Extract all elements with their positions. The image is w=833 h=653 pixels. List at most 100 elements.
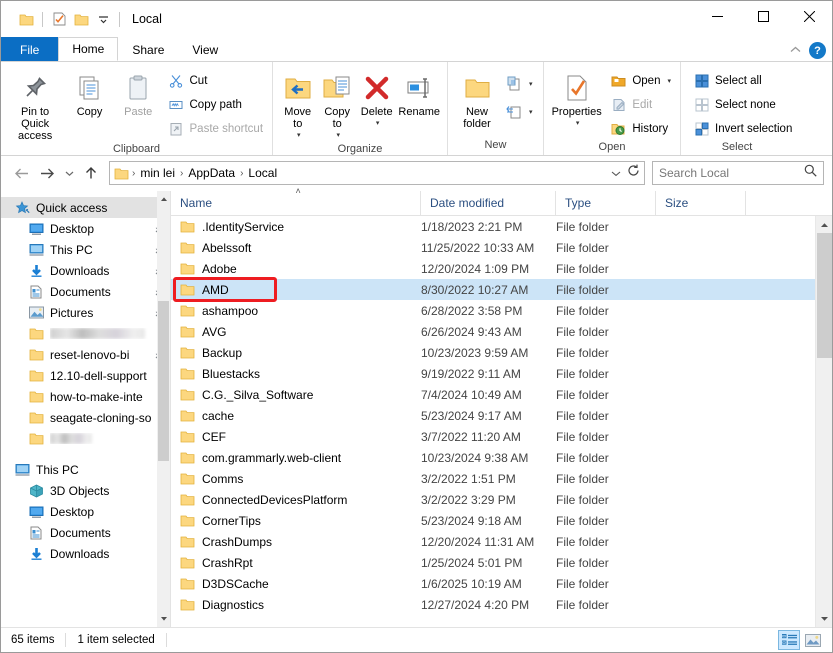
navigation-scrollbar[interactable] (157, 191, 170, 627)
sidebar-item-3d-objects[interactable]: 3D Objects (1, 480, 170, 501)
list-scroll-down-button[interactable] (816, 610, 833, 627)
table-row[interactable]: ashampoo 6/28/2022 3:58 PM File folder (171, 300, 815, 321)
folder-icon[interactable] (15, 8, 37, 30)
sidebar-item-quick-access[interactable]: Quick access (1, 197, 170, 218)
breadcrumb-item-local[interactable]: Local (245, 166, 280, 180)
chevron-down-icon-6[interactable]: ▾ (576, 118, 580, 130)
tab-home[interactable]: Home (58, 37, 119, 61)
delete-button[interactable]: Delete ▾ (357, 67, 396, 130)
maximize-button[interactable] (740, 1, 786, 31)
breadcrumb-bar[interactable]: › min lei › AppData › Local (109, 161, 645, 185)
sidebar-item-pictures[interactable]: Pictures (1, 302, 170, 323)
list-scroll-up-button[interactable] (816, 216, 833, 233)
breadcrumb-separator-0[interactable]: › (131, 168, 136, 179)
sidebar-item-documents[interactable]: Documents (1, 281, 170, 302)
invert-selection-button[interactable]: Invert selection (689, 118, 796, 140)
chevron-down-icon[interactable]: ▾ (297, 130, 301, 142)
table-row[interactable]: AVG 6/26/2024 9:43 AM File folder (171, 321, 815, 342)
column-header-size[interactable]: Size (656, 190, 746, 216)
copy-button[interactable]: Copy (66, 67, 113, 118)
table-row[interactable]: CornerTips 5/23/2024 9:18 AM File folder (171, 510, 815, 531)
table-row[interactable]: .IdentityService 1/18/2023 2:21 PM File fo… (171, 216, 815, 237)
table-row[interactable]: cache 5/23/2024 9:17 AM File folder (171, 405, 815, 426)
table-row[interactable]: ConnectedDevicesPlatform 3/2/2022 3:29 PM… (171, 489, 815, 510)
table-row[interactable]: Bluestacks 9/19/2022 9:11 AM File folder (171, 363, 815, 384)
table-row[interactable]: Diagnostics 12/27/2024 4:20 PM File folder (171, 594, 815, 615)
table-row[interactable]: com.grammarly.web-client 10/23/2024 9:38 … (171, 447, 815, 468)
back-button[interactable] (9, 161, 33, 185)
copy-path-button[interactable]: Copy path (164, 94, 268, 116)
tab-file[interactable]: File (1, 37, 59, 61)
nav-scroll-down-button[interactable] (157, 611, 170, 627)
select-all-button[interactable]: Select all (689, 70, 796, 92)
table-row[interactable]: AMD 8/30/2022 10:27 AM File folder (171, 279, 815, 300)
table-row[interactable]: Adobe 12/20/2024 1:09 PM File folder (171, 258, 815, 279)
table-row[interactable]: Comms 3/2/2022 1:51 PM File folder (171, 468, 815, 489)
forward-button[interactable] (35, 161, 59, 185)
help-button[interactable]: ? (809, 42, 826, 59)
sidebar-item-seagate-cloning-so[interactable]: seagate-cloning-so (1, 407, 170, 428)
sidebar-item-downloads[interactable]: Downloads (1, 260, 170, 281)
easy-access-button[interactable]: ▾ (503, 101, 535, 123)
table-row[interactable]: Backup 10/23/2023 9:59 AM File folder (171, 342, 815, 363)
table-row[interactable]: C.G._Silva_Software 7/4/2024 10:49 AM File… (171, 384, 815, 405)
search-icon[interactable] (804, 164, 817, 182)
sidebar-item-this-pc[interactable]: This PC (1, 459, 170, 480)
sidebar-item-downloads[interactable]: Downloads (1, 543, 170, 564)
move-to-button[interactable]: Move to ▾ (278, 67, 317, 142)
file-list-scrollbar[interactable] (815, 216, 832, 627)
edit-button[interactable]: Edit (606, 94, 675, 116)
new-folder-button[interactable]: New folder (453, 67, 501, 130)
refresh-icon[interactable] (627, 164, 640, 182)
address-history-chevron-icon[interactable] (611, 164, 621, 182)
copy-to-button[interactable]: Copy to ▾ (317, 67, 356, 142)
sidebar-item-reset-lenovo-bi[interactable]: reset-lenovo-bi (1, 344, 170, 365)
tab-view[interactable]: View (178, 37, 232, 61)
sidebar-item-redacted[interactable] (1, 323, 170, 344)
nav-scroll-up-button[interactable] (157, 191, 170, 207)
open-button[interactable]: Open ▾ (606, 70, 675, 92)
large-icons-view-button[interactable] (802, 630, 824, 650)
rename-button[interactable]: Rename (396, 67, 442, 118)
sidebar-item-desktop[interactable]: Desktop (1, 218, 170, 239)
details-view-button[interactable] (778, 630, 800, 650)
table-row[interactable]: Abelssoft 11/25/2022 10:33 AM File folder (171, 237, 815, 258)
properties-icon[interactable] (48, 8, 70, 30)
search-box[interactable] (652, 161, 824, 185)
sidebar-item-this-pc[interactable]: This PC (1, 239, 170, 260)
chevron-down-icon-2[interactable]: ▾ (336, 130, 340, 142)
properties-button[interactable]: Properties ▾ (549, 67, 604, 130)
new-item-button[interactable]: ▾ (503, 73, 535, 95)
sidebar-item-desktop[interactable]: Desktop (1, 501, 170, 522)
chevron-down-icon-4[interactable]: ▾ (529, 80, 533, 88)
table-row[interactable]: D3DSCache 1/6/2025 10:19 AM File folder (171, 573, 815, 594)
minimize-button[interactable] (694, 1, 740, 31)
chevron-down-icon-5[interactable]: ▾ (529, 108, 533, 116)
tab-share[interactable]: Share (118, 37, 178, 61)
history-button[interactable]: History (606, 118, 675, 140)
column-header-name[interactable]: ˄ Name (171, 186, 421, 216)
pin-to-quick-access-button[interactable]: Pin to Quick access (6, 67, 64, 142)
search-input[interactable] (659, 166, 804, 180)
paste-shortcut-button[interactable]: Paste shortcut (164, 118, 268, 140)
chevron-down-icon-3[interactable]: ▾ (376, 118, 380, 130)
list-scroll-thumb[interactable] (817, 233, 832, 358)
column-header-date-modified[interactable]: Date modified (421, 190, 556, 216)
sidebar-item-12-10-dell-support[interactable]: 12.10-dell-support (1, 365, 170, 386)
chevron-down-icon-7[interactable]: ▾ (667, 77, 671, 85)
file-rows[interactable]: .IdentityService 1/18/2023 2:21 PM File fo… (171, 216, 815, 627)
select-none-button[interactable]: Select none (689, 94, 796, 116)
breadcrumb-separator-2[interactable]: › (239, 168, 244, 179)
recent-locations-button[interactable] (61, 161, 77, 185)
sidebar-item-documents[interactable]: Documents (1, 522, 170, 543)
table-row[interactable]: CEF 3/7/2022 11:20 AM File folder (171, 426, 815, 447)
cut-button[interactable]: Cut (164, 70, 268, 92)
breadcrumb-item-appdata[interactable]: AppData (185, 166, 238, 180)
sidebar-item-redacted[interactable] (1, 428, 170, 449)
sidebar-item-how-to-make-inte[interactable]: how-to-make-inte (1, 386, 170, 407)
new-folder-icon[interactable] (70, 8, 92, 30)
customize-qat-chevron-icon[interactable] (92, 8, 114, 30)
paste-button[interactable]: Paste (115, 67, 162, 118)
breadcrumb-separator-1[interactable]: › (179, 168, 184, 179)
up-button[interactable] (79, 161, 103, 185)
